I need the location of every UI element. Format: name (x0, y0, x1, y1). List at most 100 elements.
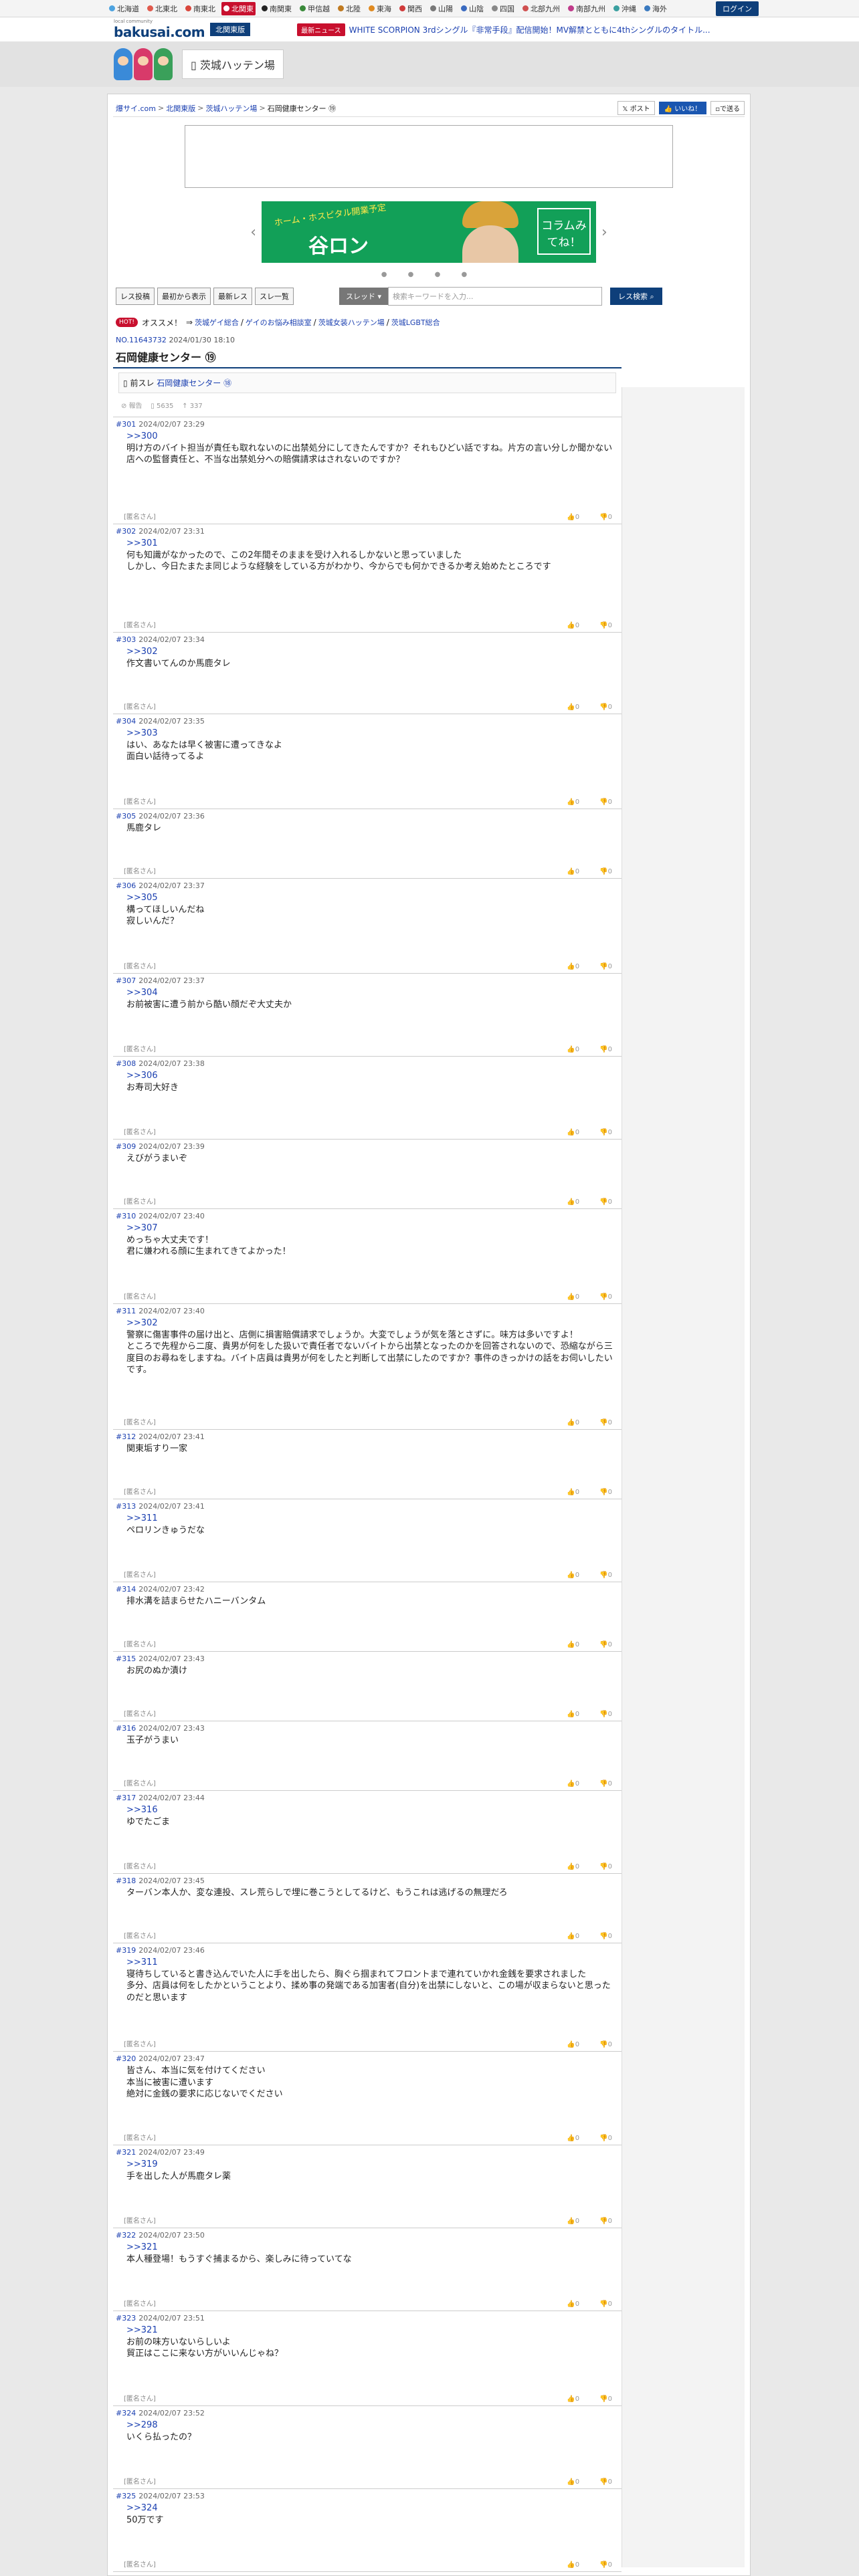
reply-anchor[interactable]: >>321 (126, 2325, 619, 2337)
post-number[interactable]: #317 (116, 1794, 136, 1802)
area-badge[interactable]: 北関東版 (210, 23, 251, 36)
post-number[interactable]: #322 (116, 2231, 136, 2240)
thumbs-up-icon[interactable]: 👍0 (567, 1293, 579, 1301)
post-number[interactable]: #324 (116, 2409, 136, 2418)
post-number[interactable]: #312 (116, 1432, 136, 1441)
recommend-link[interactable]: 茨城LGBT総合 (391, 317, 440, 328)
like-button[interactable]: 👍 いいね！ (658, 102, 707, 114)
thumbs-up-icon[interactable]: 👍0 (567, 1711, 579, 1718)
reply-anchor[interactable]: >>321 (126, 2242, 619, 2254)
report-link[interactable]: ⊘ 報告 (121, 403, 142, 410)
breadcrumb-area[interactable]: 北関東版 (166, 103, 195, 114)
region-link[interactable]: 東海 (367, 2, 393, 15)
board-tab[interactable]: ▯ 茨城ハッテン場 (182, 49, 284, 79)
region-link[interactable]: 南部九州 (566, 2, 607, 15)
thumbs-down-icon[interactable]: 👎0 (599, 1711, 612, 1718)
reply-anchor[interactable]: >>298 (126, 2420, 619, 2432)
thumbs-down-icon[interactable]: 👎0 (599, 2218, 612, 2225)
reply-anchor[interactable]: >>316 (126, 1804, 619, 1816)
thumbs-down-icon[interactable]: 👎0 (599, 2041, 612, 2048)
thumbs-up-icon[interactable]: 👍0 (567, 2395, 579, 2403)
post-number[interactable]: #306 (116, 881, 136, 890)
region-link[interactable]: 山陽 (428, 2, 455, 15)
breadcrumb-board[interactable]: 茨城ハッテン場 (205, 103, 257, 114)
thumbs-up-icon[interactable]: 👍0 (567, 704, 579, 711)
thumbs-up-icon[interactable]: 👍0 (567, 514, 579, 521)
reply-anchor[interactable]: >>311 (126, 1513, 619, 1525)
thumbs-up-icon[interactable]: 👍0 (567, 2561, 579, 2569)
thread-number[interactable]: NO.11643732 (116, 336, 167, 344)
post-number[interactable]: #313 (116, 1502, 136, 1511)
region-link[interactable]: 四国 (490, 2, 516, 15)
banner-image[interactable]: ホーム・ホスピタル開業予定 谷ロン コラムみてね！ (262, 201, 596, 263)
thumbs-down-icon[interactable]: 👎0 (599, 2300, 612, 2308)
thumbs-down-icon[interactable]: 👎0 (599, 1933, 612, 1940)
thumbs-down-icon[interactable]: 👎0 (599, 2395, 612, 2403)
post-number[interactable]: #314 (116, 1585, 136, 1594)
thumbs-down-icon[interactable]: 👎0 (599, 1419, 612, 1426)
post-number[interactable]: #325 (116, 2492, 136, 2500)
thumbs-down-icon[interactable]: 👎0 (599, 1572, 612, 1579)
reply-anchor[interactable]: >>306 (126, 1070, 619, 1082)
region-link[interactable]: 沖縄 (611, 2, 638, 15)
region-link[interactable]: 山陰 (459, 2, 486, 15)
post-reply-button[interactable]: レス投稿 (116, 288, 155, 305)
post-number[interactable]: #305 (116, 812, 136, 821)
news-link[interactable]: WHITE SCORPION 3rdシングル『非常手段』配信開始！MV解禁ととも… (349, 24, 710, 35)
thumbs-down-icon[interactable]: 👎0 (599, 2561, 612, 2569)
thumbs-down-icon[interactable]: 👎0 (599, 1641, 612, 1648)
reply-anchor[interactable]: >>307 (126, 1222, 619, 1235)
region-link[interactable]: 北東北 (145, 2, 179, 15)
region-link[interactable]: 南関東 (260, 2, 294, 15)
region-link[interactable]: 南東北 (183, 2, 217, 15)
post-number[interactable]: #321 (116, 2148, 136, 2157)
thumbs-down-icon[interactable]: 👎0 (599, 1863, 612, 1870)
thumbs-down-icon[interactable]: 👎0 (599, 622, 612, 629)
thumbs-down-icon[interactable]: 👎0 (599, 704, 612, 711)
thumbs-up-icon[interactable]: 👍0 (567, 1641, 579, 1648)
thumbs-up-icon[interactable]: 👍0 (567, 798, 579, 806)
post-number[interactable]: #304 (116, 717, 136, 726)
site-logo[interactable]: local community bakusai.com (114, 19, 205, 40)
thumbs-down-icon[interactable]: 👎0 (599, 1293, 612, 1301)
reply-anchor[interactable]: >>319 (126, 2159, 619, 2171)
reply-anchor[interactable]: >>300 (126, 431, 619, 443)
thumbs-up-icon[interactable]: 👍0 (567, 2041, 579, 2048)
reply-anchor[interactable]: >>303 (126, 728, 619, 740)
thumbs-down-icon[interactable]: 👎0 (599, 963, 612, 970)
thumbs-up-icon[interactable]: 👍0 (567, 963, 579, 970)
thumbs-up-icon[interactable]: 👍0 (567, 1780, 579, 1788)
thumbs-up-icon[interactable]: 👍0 (567, 1419, 579, 1426)
send-button[interactable]: ▫で送る (710, 101, 745, 115)
post-number[interactable]: #319 (116, 1946, 136, 1955)
reply-anchor[interactable]: >>302 (126, 1317, 619, 1329)
region-link[interactable]: 関西 (397, 2, 424, 15)
reply-anchor[interactable]: >>304 (126, 987, 619, 999)
region-link[interactable]: 北関東 (221, 1, 256, 15)
prev-thread-link[interactable]: 石岡健康センター ⑱ (157, 379, 231, 388)
region-link[interactable]: 北部九州 (520, 2, 562, 15)
post-number[interactable]: #323 (116, 2314, 136, 2323)
thumbs-down-icon[interactable]: 👎0 (599, 798, 612, 806)
post-number[interactable]: #302 (116, 527, 136, 536)
thumbs-down-icon[interactable]: 👎0 (599, 514, 612, 521)
thumbs-down-icon[interactable]: 👎0 (599, 1780, 612, 1788)
region-link[interactable]: 甲信越 (298, 2, 332, 15)
breadcrumb-home[interactable]: 爆サイ.com (116, 103, 156, 114)
recommend-link[interactable]: 茨城ゲイ総合 (195, 317, 239, 328)
thumbs-up-icon[interactable]: 👍0 (567, 1572, 579, 1579)
thumbs-up-icon[interactable]: 👍0 (567, 2478, 579, 2486)
post-number[interactable]: #315 (116, 1654, 136, 1663)
thumbs-up-icon[interactable]: 👍0 (567, 1863, 579, 1870)
thumbs-down-icon[interactable]: 👎0 (599, 1129, 612, 1136)
thumbs-down-icon[interactable]: 👎0 (599, 1198, 612, 1206)
thumbs-up-icon[interactable]: 👍0 (567, 1933, 579, 1940)
thumbs-up-icon[interactable]: 👍0 (567, 2135, 579, 2142)
thumbs-up-icon[interactable]: 👍0 (567, 1046, 579, 1053)
x-post-button[interactable]: 𝕏 ポスト (617, 101, 655, 115)
reply-anchor[interactable]: >>311 (126, 1957, 619, 1969)
thumbs-down-icon[interactable]: 👎0 (599, 2478, 612, 2486)
post-number[interactable]: #318 (116, 1876, 136, 1885)
region-link[interactable]: 海外 (642, 2, 669, 15)
thumbs-up-icon[interactable]: 👍0 (567, 622, 579, 629)
